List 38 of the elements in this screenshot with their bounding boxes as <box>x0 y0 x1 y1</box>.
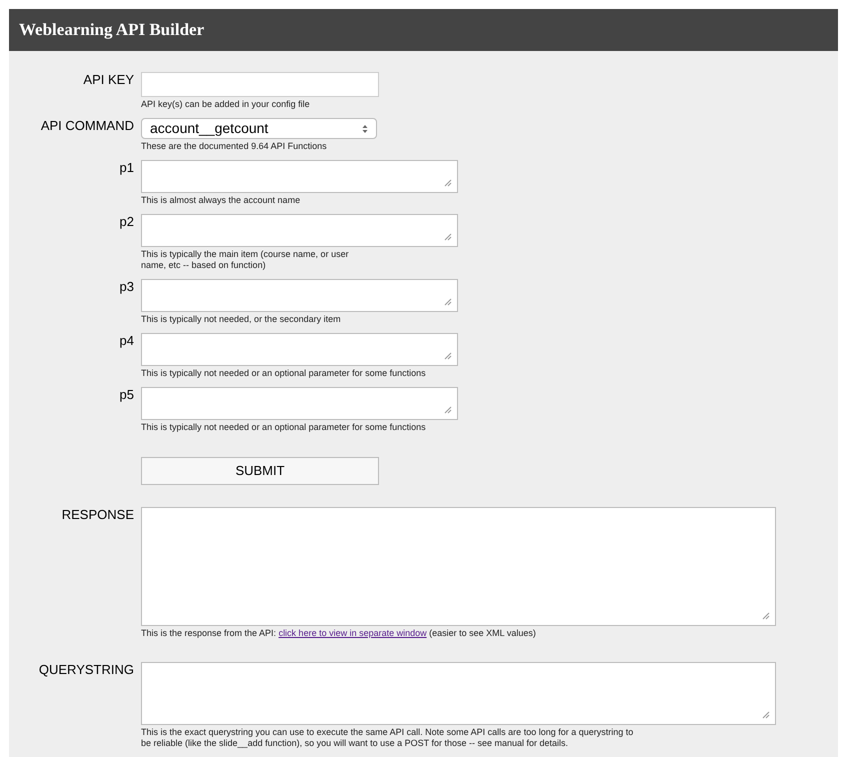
field-label: p1 <box>120 160 134 177</box>
help-text: This is typically not needed, or the secondary item <box>141 314 342 325</box>
submit-button[interactable]: SUBMIT <box>141 457 379 485</box>
parameter-field[interactable] <box>141 387 458 420</box>
help-text: This is typically the main item (course name, or user name, etc -- based on function) <box>141 249 350 271</box>
resize-grip-icon[interactable] <box>444 179 452 187</box>
help-text: This is typically not needed or an optional parameter for some functions <box>141 368 427 379</box>
resize-grip-icon[interactable] <box>762 612 770 620</box>
parameter-field[interactable] <box>141 333 458 366</box>
field-label: API COMMAND <box>40 118 134 135</box>
field-label: p3 <box>120 279 134 296</box>
field-label: p5 <box>120 387 134 404</box>
resize-grip-icon[interactable] <box>444 233 452 241</box>
help-text: This is the response from the API: click here to view in separate window (easier to see XML values) <box>141 628 537 639</box>
parameter-field[interactable] <box>141 279 458 312</box>
help-text: This is typically not needed or an optional parameter for some functions <box>141 422 427 433</box>
field-label: API KEY <box>83 72 134 89</box>
resize-grip-icon[interactable] <box>444 352 452 360</box>
help-text: This is almost always the account name <box>141 195 302 206</box>
field-label: RESPONSE <box>62 507 134 524</box>
parameter-field[interactable] <box>141 214 458 247</box>
help-text: This is the exact querystring you can use to execute the same API call. Note some API calls are too long for a querystring to be reliable (like the slide__add function), so you will want to use a POST for those -- see manual for details. <box>141 727 634 749</box>
querystring-field[interactable] <box>141 662 776 725</box>
stepper-icon <box>362 124 368 134</box>
api-command-select[interactable]: account__getcount <box>141 118 377 139</box>
separate-window-link[interactable]: click here to view in separate window <box>278 628 427 638</box>
resize-grip-icon[interactable] <box>444 298 452 306</box>
resize-grip-icon[interactable] <box>444 406 452 414</box>
field-label: QUERYSTRING <box>38 662 134 679</box>
resize-grip-icon[interactable] <box>762 711 770 719</box>
api-key-field[interactable] <box>141 72 379 97</box>
response-field[interactable] <box>141 507 776 626</box>
help-text: These are the documented 9.64 API Functions <box>141 141 328 152</box>
field-label: p2 <box>120 214 134 231</box>
field-label: p4 <box>120 333 134 350</box>
page-title: Weblearning API Builder <box>19 19 204 42</box>
help-text: API key(s) can be added in your config file <box>141 99 311 110</box>
parameter-field[interactable] <box>141 160 458 193</box>
